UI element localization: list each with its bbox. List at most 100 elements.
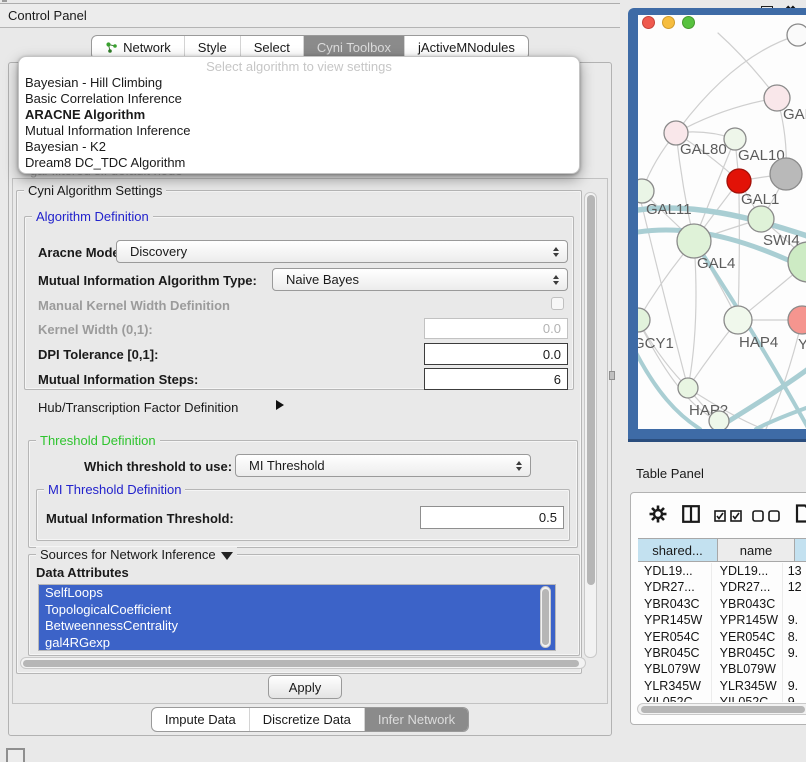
algorithm-option-aracne-algorithm[interactable]: ARACNE Algorithm (19, 107, 579, 123)
network-node-red-node[interactable] (727, 169, 751, 193)
network-node-partial-top[interactable] (787, 24, 806, 46)
algorithm-option-basic-correlation-inference[interactable]: Basic Correlation Inference (19, 91, 579, 107)
hub-section-label[interactable]: Hub/Transcription Factor Definition (38, 400, 238, 415)
network-node-label: GAL1 (741, 191, 779, 208)
table-cell: 8. (783, 629, 806, 645)
network-node-hap2[interactable] (678, 378, 698, 398)
split-columns-icon[interactable] (682, 505, 700, 523)
traffic-light-zoom-icon[interactable] (682, 16, 695, 29)
table-row[interactable]: YPR145WYPR145W9. (638, 612, 806, 628)
stepper-arrows-icon (516, 461, 522, 471)
table-cell: YBL079W (712, 661, 783, 677)
table-row[interactable]: YER054CYER054C8. (638, 629, 806, 645)
tab-label: Network (123, 40, 171, 55)
mi-threshold-legend: MI Threshold Definition (44, 482, 185, 497)
tab-label: Impute Data (165, 712, 236, 727)
mi-threshold-input[interactable]: 0.5 (420, 506, 564, 529)
network-node-gal4[interactable] (677, 224, 711, 258)
network-node-gcy1[interactable] (638, 308, 650, 332)
table-panel-title: Table Panel (636, 466, 704, 481)
sources-legend[interactable]: Sources for Network Inference (36, 547, 237, 562)
network-node-label: GAL4 (697, 255, 735, 272)
mi-type-combo[interactable]: Naive Bayes (272, 268, 568, 291)
scrollbar-thumb[interactable] (23, 660, 579, 667)
table-cell: YDR27... (712, 579, 783, 595)
column-header-a[interactable]: A (795, 538, 806, 562)
attribute-item-topologicalcoefficient[interactable]: TopologicalCoefficient (39, 602, 555, 619)
table-row[interactable]: YBL079WYBL079W (638, 661, 806, 677)
settings-horizontal-scrollbar[interactable] (20, 657, 586, 669)
collapse-arrow-icon[interactable] (221, 552, 233, 560)
column-header-shared[interactable]: shared... (638, 538, 718, 562)
algorithm-option-mutual-information-inference[interactable]: Mutual Information Inference (19, 123, 579, 139)
network-node-gal11[interactable] (638, 179, 654, 203)
scrollbar-thumb[interactable] (587, 195, 595, 585)
settings-vertical-scrollbar[interactable] (584, 192, 597, 658)
tab-impute-data[interactable]: Impute Data (152, 708, 250, 731)
algorithm-option-bayesian-k2[interactable]: Bayesian - K2 (19, 139, 579, 155)
algorithm-dropdown-list: Bayesian - Hill ClimbingBasic Correlatio… (19, 75, 579, 171)
network-edge (676, 35, 798, 133)
document-icon[interactable] (795, 504, 806, 523)
table-row[interactable]: YLR345WYLR345W9. (638, 678, 806, 694)
network-node-gal1[interactable] (748, 206, 774, 232)
algorithm-option-bayesian-hill-climbing[interactable]: Bayesian - Hill Climbing (19, 75, 579, 91)
tab-infer-network[interactable]: Infer Network (365, 708, 468, 731)
table-cell: YDR27... (638, 579, 712, 595)
manual-kernel-checkbox[interactable] (551, 297, 564, 310)
network-node-label: HAP4 (739, 334, 778, 351)
scrollbar-thumb[interactable] (641, 706, 805, 713)
clear-checks-icon[interactable] (752, 510, 780, 522)
traffic-light-minimize-icon[interactable] (662, 16, 675, 29)
dpi-tolerance-label: DPI Tolerance [0,1]: (38, 347, 158, 362)
algorithm-option-dream8-dc-tdc-algorithm[interactable]: Dream8 DC_TDC Algorithm (19, 155, 579, 171)
table-row[interactable]: YBR043CYBR043C (638, 596, 806, 612)
expand-arrow-icon[interactable] (276, 400, 284, 410)
table-row[interactable]: YBR045CYBR045C9. (638, 645, 806, 661)
network-node-label: GAL80 (680, 141, 727, 158)
select-all-checks-icon[interactable] (714, 510, 742, 522)
tab-discretize-data[interactable]: Discretize Data (250, 708, 365, 731)
algorithm-definition-legend: Algorithm Definition (32, 209, 153, 224)
window-edge-artifact (2, 0, 7, 2)
table-cell (783, 661, 806, 677)
dpi-tolerance-input[interactable]: 0.0 (424, 343, 568, 365)
split-pane-grip[interactable] (609, 371, 615, 380)
which-threshold-value: MI Threshold (249, 458, 325, 473)
table-row[interactable]: YDL19...YDL19...13 (638, 563, 806, 579)
apply-button[interactable]: Apply (268, 675, 342, 699)
network-node-hap4[interactable] (724, 306, 752, 334)
table-cell (783, 596, 806, 612)
manual-kernel-label: Manual Kernel Width Definition (38, 298, 230, 313)
table-cell: YPR145W (638, 612, 712, 628)
mi-type-value: Naive Bayes (286, 272, 359, 287)
table-cell: YBR043C (638, 596, 712, 612)
attribute-item-betweennesscentrality[interactable]: BetweennessCentrality (39, 618, 555, 635)
network-node-pink-right[interactable] (788, 306, 806, 334)
network-canvas[interactable]: GALGAL80GAL10GAL1GAL11SWI4GAL4GCY1HAP4YH… (638, 15, 806, 429)
aracne-mode-combo[interactable]: Discovery (116, 240, 568, 263)
kernel-width-input[interactable]: 0.0 (424, 318, 568, 339)
cyni-algorithm-settings-legend: Cyni Algorithm Settings (24, 183, 166, 198)
data-attributes-list[interactable]: SelfLoopsTopologicalCoefficientBetweenne… (38, 584, 556, 651)
attributes-list-scrollbar[interactable] (540, 586, 551, 648)
table-row[interactable]: YDR27...YDR27...12 (638, 579, 806, 595)
gear-icon[interactable] (648, 504, 668, 524)
table-cell: YLR345W (638, 678, 712, 694)
network-node-partial-bottom[interactable] (709, 411, 729, 429)
network-edge (738, 194, 739, 320)
attribute-item-gal4rgexp[interactable]: gal4RGexp (39, 635, 555, 652)
network-node-gray-node[interactable] (770, 158, 802, 190)
minimized-panel-icon[interactable] (6, 748, 25, 762)
tab-label: Select (254, 40, 290, 55)
traffic-light-close-icon[interactable] (642, 16, 655, 29)
table-body[interactable]: YDL19...YDL19...13YDR27...YDR27...12YBR0… (638, 563, 806, 702)
table-horizontal-scrollbar[interactable] (637, 703, 806, 715)
column-header-name[interactable]: name (718, 538, 795, 562)
attribute-item-selfloops[interactable]: SelfLoops (39, 585, 555, 602)
threshold-definition-legend: Threshold Definition (36, 433, 160, 448)
which-threshold-combo[interactable]: MI Threshold (235, 454, 531, 477)
scrollbar-thumb[interactable] (542, 589, 549, 645)
table-row[interactable]: YIL052CYIL052C9. (638, 694, 806, 702)
mi-steps-input[interactable]: 6 (424, 368, 568, 390)
